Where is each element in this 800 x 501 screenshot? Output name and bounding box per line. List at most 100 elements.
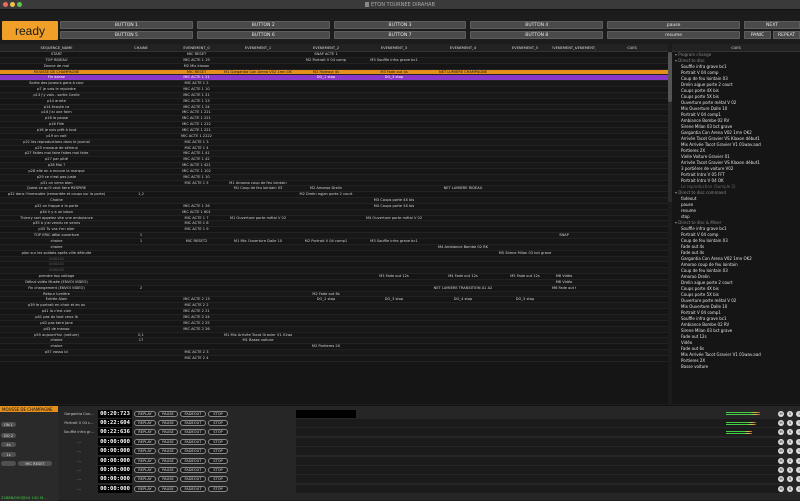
player-replay-button[interactable]: REPLAY bbox=[134, 476, 156, 483]
player-s-button[interactable]: S bbox=[787, 476, 793, 483]
player-stop-button[interactable]: STOP bbox=[208, 457, 228, 464]
grid-button-9[interactable]: BUTTON 8 bbox=[470, 31, 604, 39]
cue-item[interactable]: Basse voiture bbox=[672, 364, 800, 370]
player-pause-button[interactable]: PAUSE bbox=[158, 448, 178, 455]
player-waveform[interactable] bbox=[296, 475, 780, 484]
player-i-button[interactable]: I bbox=[796, 438, 800, 445]
grid-button-3[interactable]: BUTTON 3 bbox=[333, 21, 467, 29]
player-pause-button[interactable]: PAUSE bbox=[158, 429, 178, 436]
player-pause-button[interactable]: PAUSE bbox=[158, 485, 178, 492]
player-i-button[interactable]: I bbox=[796, 467, 800, 474]
player-m-button[interactable]: M bbox=[778, 429, 784, 436]
column-header[interactable]: EVENEMENT_7 bbox=[576, 44, 596, 51]
panic-button[interactable]: PANIC bbox=[744, 31, 771, 39]
player-fadeout-button[interactable]: FADEOUT bbox=[180, 457, 206, 464]
player-stop-button[interactable]: STOP bbox=[208, 485, 228, 492]
column-header[interactable]: EVENEMENT_2 bbox=[292, 44, 360, 51]
grid-button-10[interactable]: resume bbox=[607, 31, 740, 39]
player-replay-button[interactable]: REPLAY bbox=[134, 457, 156, 464]
player-fadeout-button[interactable]: FADEOUT bbox=[180, 410, 206, 417]
player-i-button[interactable]: I bbox=[796, 448, 800, 455]
player-i-button[interactable]: I bbox=[796, 476, 800, 483]
player-m-button[interactable]: M bbox=[778, 438, 784, 445]
player-stop-button[interactable]: STOP bbox=[208, 476, 228, 483]
player-fadeout-button[interactable]: FADEOUT bbox=[180, 476, 206, 483]
player-waveform[interactable] bbox=[296, 409, 356, 418]
player-pause-button[interactable]: PAUSE bbox=[158, 438, 178, 445]
pill-blank[interactable] bbox=[1, 461, 16, 466]
player-s-button[interactable]: S bbox=[787, 457, 793, 464]
player-s-button[interactable]: S bbox=[787, 429, 793, 436]
player-s-button[interactable]: S bbox=[787, 438, 793, 445]
cues-panel[interactable]: CUES ▾ Program change ▾ Direct to disc Sou… bbox=[672, 44, 800, 404]
player-waveform[interactable] bbox=[296, 466, 780, 475]
player-m-button[interactable]: M bbox=[778, 420, 784, 427]
player-m-button[interactable]: M bbox=[778, 448, 784, 455]
player-i-button[interactable]: I bbox=[796, 420, 800, 427]
grid-button-2[interactable]: BUTTON 2 bbox=[196, 21, 330, 29]
grid-button-7[interactable]: BUTTON 6 bbox=[196, 31, 330, 39]
pill-mic-reset[interactable]: MIC RESET bbox=[18, 461, 52, 466]
player-replay-button[interactable]: REPLAY bbox=[134, 410, 156, 417]
player-fadeout-button[interactable]: FADEOUT bbox=[180, 429, 206, 436]
player-waveform[interactable] bbox=[296, 437, 780, 446]
minimize-icon[interactable] bbox=[10, 2, 15, 7]
player-waveform[interactable] bbox=[296, 419, 780, 428]
window-controls[interactable] bbox=[3, 2, 22, 7]
repeat-button[interactable]: REPEAT bbox=[773, 31, 800, 39]
cues-list[interactable]: ▾ Program change ▾ Direct to disc Souffle … bbox=[672, 52, 800, 370]
player-stop-button[interactable]: STOP bbox=[208, 438, 228, 445]
sequence-table[interactable]: SEQUENCE_NAME CHAINE EVENEMENT_0 EVENEMENT_… bbox=[0, 44, 668, 404]
pill-on1[interactable]: ON 1 bbox=[1, 422, 16, 427]
column-header[interactable]: CUES bbox=[596, 44, 668, 51]
player-s-button[interactable]: S bbox=[787, 410, 793, 417]
grid-button-5[interactable]: pause bbox=[607, 21, 740, 29]
grid-button-6[interactable]: BUTTON 5 bbox=[60, 31, 193, 39]
grid-button-1[interactable]: BUTTON 1 bbox=[60, 21, 193, 29]
player-s-button[interactable]: S bbox=[787, 467, 793, 474]
player-waveform[interactable] bbox=[296, 428, 780, 437]
pill-4s[interactable]: 4s bbox=[1, 442, 16, 447]
player-i-button[interactable]: I bbox=[796, 457, 800, 464]
grid-button-8[interactable]: BUTTON 7 bbox=[333, 31, 467, 39]
player-i-button[interactable]: I bbox=[796, 485, 800, 492]
player-m-button[interactable]: M bbox=[778, 467, 784, 474]
column-header[interactable]: EVENEMENT_6 bbox=[552, 44, 576, 51]
player-i-button[interactable]: I bbox=[796, 410, 800, 417]
player-stop-button[interactable]: STOP bbox=[208, 410, 228, 417]
player-m-button[interactable]: M bbox=[778, 457, 784, 464]
player-fadeout-button[interactable]: FADEOUT bbox=[180, 485, 206, 492]
player-m-button[interactable]: M bbox=[778, 410, 784, 417]
grid-button-4[interactable]: BUTTON 4 bbox=[470, 21, 604, 29]
player-fadeout-button[interactable]: FADEOUT bbox=[180, 467, 206, 474]
player-i-button[interactable]: I bbox=[796, 429, 800, 436]
column-header[interactable]: CHAINE bbox=[113, 44, 169, 51]
close-icon[interactable] bbox=[3, 2, 8, 7]
player-pause-button[interactable]: PAUSE bbox=[158, 410, 178, 417]
player-replay-button[interactable]: REPLAY bbox=[134, 448, 156, 455]
player-pause-button[interactable]: PAUSE bbox=[158, 476, 178, 483]
pill-do2[interactable]: DO 2 bbox=[1, 433, 16, 438]
player-pause-button[interactable]: PAUSE bbox=[158, 467, 178, 474]
player-stop-button[interactable]: STOP bbox=[208, 429, 228, 436]
player-m-button[interactable]: M bbox=[778, 485, 784, 492]
column-header[interactable]: EVENEMENT_3 bbox=[360, 44, 428, 51]
player-replay-button[interactable]: REPLAY bbox=[134, 420, 156, 427]
player-stop-button[interactable]: STOP bbox=[208, 467, 228, 474]
player-replay-button[interactable]: REPLAY bbox=[134, 429, 156, 436]
player-pause-button[interactable]: PAUSE bbox=[158, 420, 178, 427]
player-s-button[interactable]: S bbox=[787, 420, 793, 427]
player-replay-button[interactable]: REPLAY bbox=[134, 438, 156, 445]
column-header[interactable]: EVENEMENT_1 bbox=[224, 44, 292, 51]
column-header[interactable]: EVENEMENT_0 bbox=[169, 44, 224, 51]
pill-1s[interactable]: 1s bbox=[1, 452, 16, 457]
player-replay-button[interactable]: REPLAY bbox=[134, 485, 156, 492]
player-fadeout-button[interactable]: FADEOUT bbox=[180, 448, 206, 455]
player-waveform[interactable] bbox=[296, 484, 780, 493]
player-stop-button[interactable]: STOP bbox=[208, 448, 228, 455]
table-body[interactable]: START MIC RESET SNAP ACTE 1 TOP RIDEAU MIC A… bbox=[0, 52, 668, 362]
table-row[interactable]: MIC ACTE 2 4 bbox=[0, 356, 668, 362]
player-waveform[interactable] bbox=[296, 447, 780, 456]
player-fadeout-button[interactable]: FADEOUT bbox=[180, 438, 206, 445]
column-header[interactable]: SEQUENCE_NAME bbox=[0, 44, 113, 51]
